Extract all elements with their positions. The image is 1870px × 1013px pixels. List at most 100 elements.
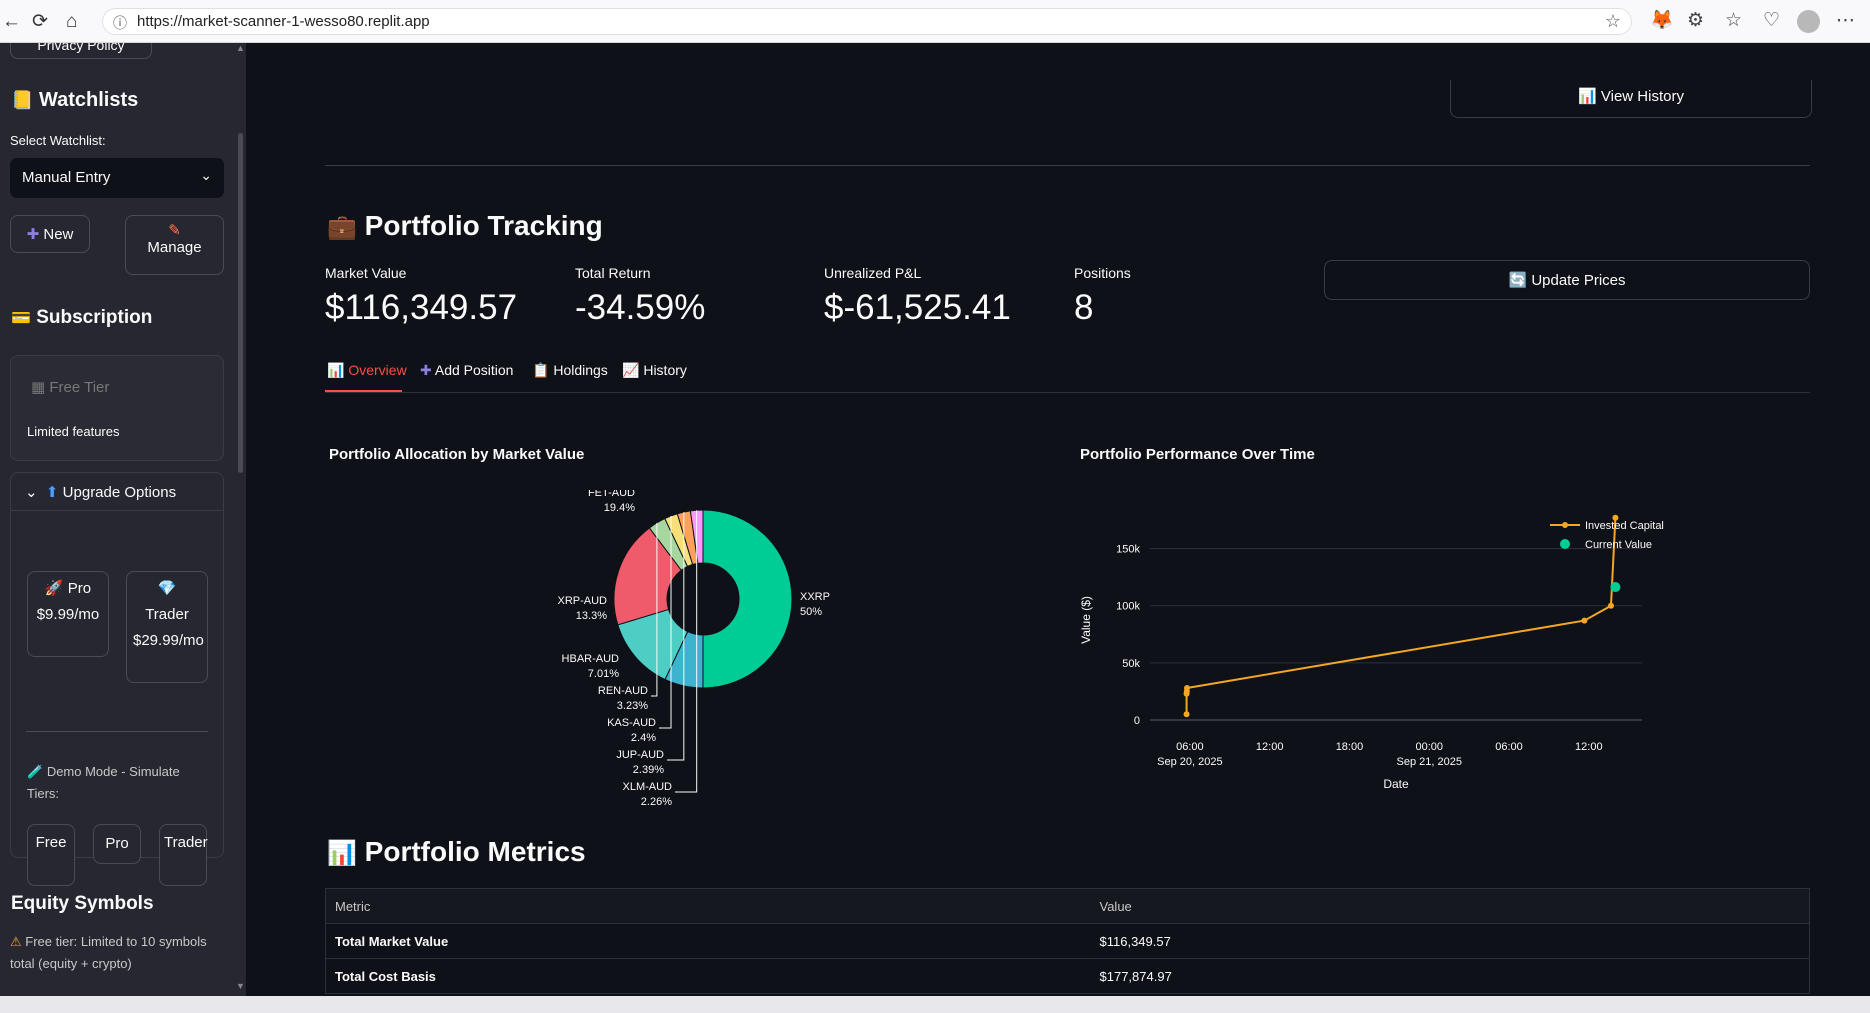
total-return-value: -34.59% [575, 288, 706, 327]
pie-label: HBAR-AUD 7.01% [562, 653, 620, 680]
extensions-icon[interactable]: ⚙ [1687, 10, 1704, 32]
demo-free-button[interactable]: Free [27, 824, 75, 886]
chevron-down-icon: ⌄ [25, 484, 38, 501]
reload-icon[interactable]: ⟳ [32, 11, 48, 32]
home-icon[interactable]: ⌂ [66, 11, 77, 32]
legend-current-marker [1560, 539, 1570, 549]
tab-add-position[interactable]: ✚ Add Position [420, 362, 513, 379]
equity-symbols-heading: Equity Symbols [11, 893, 154, 914]
market-value-label: Market Value [325, 265, 407, 281]
tab-overview[interactable]: 📊 Overview [327, 362, 407, 379]
bar-chart-icon: 📊 [327, 840, 357, 867]
x-axis-title: Date [1383, 777, 1409, 791]
demo-pro-button[interactable]: Pro [93, 824, 141, 864]
taskbar [0, 996, 1870, 1013]
browser-essentials-icon[interactable]: ♡ [1763, 10, 1780, 32]
upgrade-options-expander: ⌄ ⬆ Upgrade Options 🚀 Pro $9.99/mo 💎 Trad… [10, 472, 224, 886]
pie-label: FET-AUD 19.4% [588, 490, 635, 514]
y-axis-title: Value ($) [1079, 596, 1093, 644]
view-history-button[interactable]: 📊 View History [1450, 80, 1812, 118]
table-cell: Total Cost Basis [325, 958, 1091, 994]
watchlist-select[interactable]: Manual Entry ⌄ [10, 158, 224, 198]
pencil-icon: ✎ [168, 222, 181, 239]
favorites-icon[interactable]: ☆ [1725, 10, 1742, 32]
scroll-down-icon[interactable]: ▼ [236, 981, 245, 991]
pie-label: XLM-AUD 2.26% [622, 781, 672, 808]
profile-avatar[interactable] [1797, 10, 1820, 33]
positions-value: 8 [1074, 288, 1094, 327]
tier-name: ▦ Free Tier [31, 379, 110, 396]
invested-capital-line [1185, 517, 1617, 715]
subscription-heading: 💳 Subscription [11, 307, 153, 328]
invested-capital-point [1581, 617, 1588, 624]
y-tick-label: 50k [1122, 658, 1140, 670]
pie-slice-xxrp [702, 509, 793, 689]
unrealized-pnl-label: Unrealized P&L [824, 265, 922, 281]
x-tick-label: 12:00 [1575, 741, 1603, 753]
up-arrow-icon: ⬆ [45, 484, 59, 501]
rocket-icon: 🚀 [44, 580, 64, 597]
pie-label: XRP-AUD 13.3% [557, 595, 607, 622]
back-icon[interactable]: ← [2, 11, 21, 32]
current-value-point [1610, 582, 1621, 593]
tier-card: ▦ Free Tier Limited features [10, 355, 224, 461]
manage-watchlist-button[interactable]: ✎ Manage [125, 215, 224, 275]
more-options-icon[interactable]: ⋯ [1836, 10, 1855, 32]
portfolio-metrics-title: 📊 Portfolio Metrics [327, 836, 586, 867]
warning-icon: ⚠ [10, 934, 22, 949]
legend-current-label: Current Value [1585, 539, 1652, 551]
new-watchlist-button[interactable]: ✚ New [10, 215, 90, 253]
invested-capital-point [1183, 711, 1190, 718]
browser-toolbar: ← ⟳ ⌂ ⓘ https://market-scanner-1-wesso80… [0, 0, 1870, 43]
notebook-icon: 📒 [11, 90, 34, 110]
site-info-icon[interactable]: ⓘ [113, 13, 127, 33]
invested-capital-point [1184, 685, 1191, 691]
watchlists-heading: 📒 Watchlists [11, 89, 139, 111]
demo-trader-button[interactable]: Trader [159, 824, 208, 886]
y-tick-label: 150k [1116, 544, 1140, 556]
privacy-policy-button[interactable]: Privacy Policy [10, 43, 152, 59]
invested-capital-point [1607, 602, 1614, 609]
plus-icon: ✚ [26, 226, 40, 243]
chart-icon: 📊 [327, 362, 345, 378]
credit-card-icon: 💳 [11, 310, 31, 327]
table-header-value: Value [1090, 888, 1810, 924]
pie-label: KAS-AUD 2.4% [607, 717, 656, 744]
tab-holdings[interactable]: 📋 Holdings [532, 362, 608, 379]
favorite-star-icon[interactable]: ☆ [1605, 11, 1621, 32]
table-row: Total Cost Basis $177,874.97 [325, 958, 1810, 994]
chevron-down-icon: ⌄ [200, 167, 212, 183]
chart-increasing-icon: 📈 [622, 362, 640, 378]
unrealized-pnl-value: $-61,525.41 [824, 288, 1011, 327]
allocation-donut-chart: XXRP 50% HBAR-AUD 7.01% XRP-AUD 13.3% FET-AUD 1… [557, 490, 829, 808]
x-tick-label: 18:00 [1336, 741, 1364, 753]
x-tick-label: 00:00 Sep 21, 2025 [1397, 741, 1462, 768]
table-header-row: Metric Value [325, 888, 1810, 924]
refresh-icon: 🔄 [1508, 272, 1528, 289]
gauge-icon: ▦ [31, 379, 46, 396]
address-bar[interactable]: ⓘ https://market-scanner-1-wesso80.repli… [102, 8, 1632, 35]
legend-invested-marker [1562, 522, 1568, 528]
test-tube-icon: 🧪 [27, 764, 44, 779]
scroll-up-icon[interactable]: ▲ [236, 43, 245, 53]
metamask-extension-icon[interactable]: 🦊 [1650, 10, 1674, 32]
portfolio-tracking-title: 💼 Portfolio Tracking [327, 210, 603, 241]
x-tick-label: 12:00 [1256, 741, 1284, 753]
demo-mode-label: 🧪 Demo Mode - Simulate Tiers: [27, 764, 180, 801]
pro-upgrade-button[interactable]: 🚀 Pro $9.99/mo [27, 571, 109, 657]
table-header-metric: Metric [325, 888, 1091, 924]
table-cell: $177,874.97 [1090, 958, 1810, 994]
metrics-table: Metric Value Total Market Value $116,349… [325, 888, 1810, 994]
positions-label: Positions [1074, 265, 1131, 281]
sidebar-scrollbar[interactable] [238, 133, 243, 473]
divider [325, 165, 1810, 166]
y-tick-label: 0 [1134, 715, 1140, 727]
table-row: Total Market Value $116,349.57 [325, 923, 1810, 959]
update-prices-button[interactable]: 🔄 Update Prices [1324, 260, 1810, 300]
tab-history[interactable]: 📈 History [622, 362, 687, 379]
allocation-chart-title: Portfolio Allocation by Market Value [329, 446, 585, 463]
trader-upgrade-button[interactable]: 💎 Trader $29.99/mo [126, 571, 208, 683]
upgrade-options-header[interactable]: ⌄ ⬆ Upgrade Options [25, 483, 176, 501]
performance-line-chart: 0 50k 100k 150k 06:00 Sep 20, 2025 12:00 18:00 0… [1079, 514, 1664, 791]
url-text: https://market-scanner-1-wesso80.replit.… [137, 13, 430, 30]
